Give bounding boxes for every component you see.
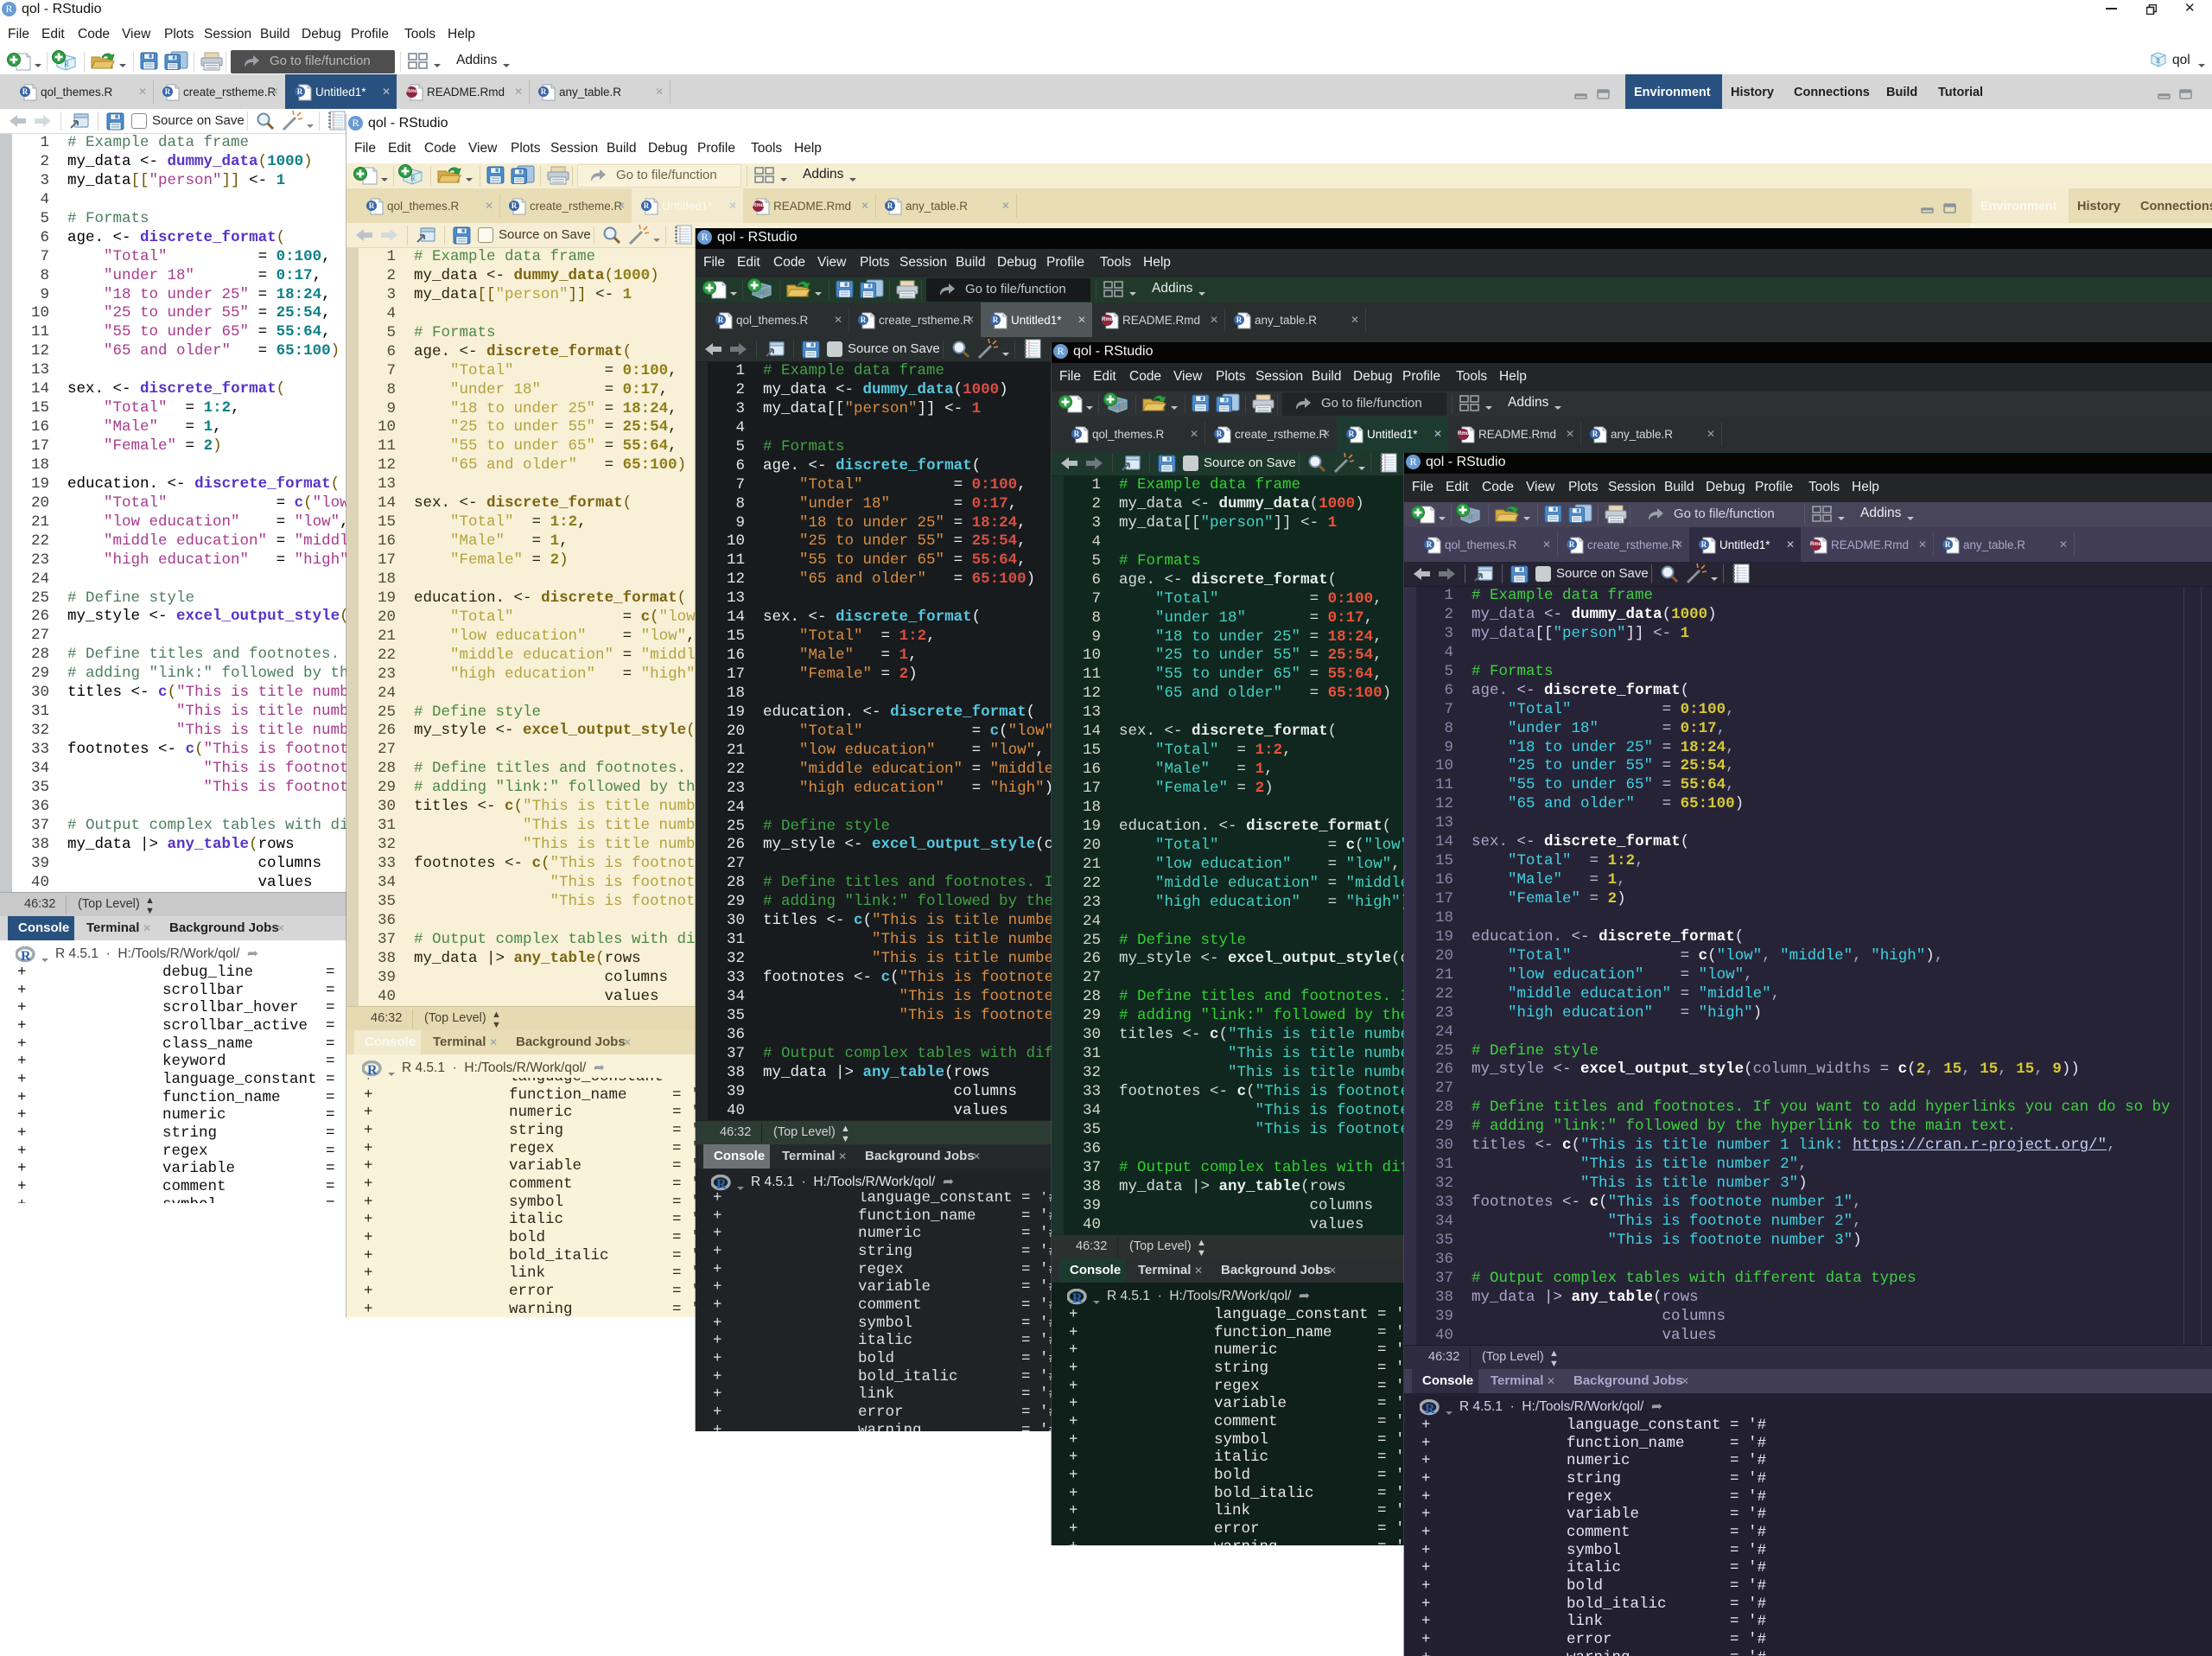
svg-text:R: R — [1468, 513, 1473, 521]
svg-text:R: R — [716, 1177, 727, 1192]
svg-text:R: R — [1425, 1402, 1435, 1417]
svg-text:R: R — [760, 288, 765, 296]
svg-text:R: R — [64, 60, 69, 68]
svg-text:R: R — [367, 1063, 378, 1078]
svg-text:R: R — [410, 174, 416, 182]
svg-text:R: R — [1072, 1291, 1083, 1306]
svg-text:R: R — [1116, 402, 1121, 411]
svg-text:R: R — [21, 949, 31, 964]
svg-text:R: R — [2156, 57, 2161, 65]
